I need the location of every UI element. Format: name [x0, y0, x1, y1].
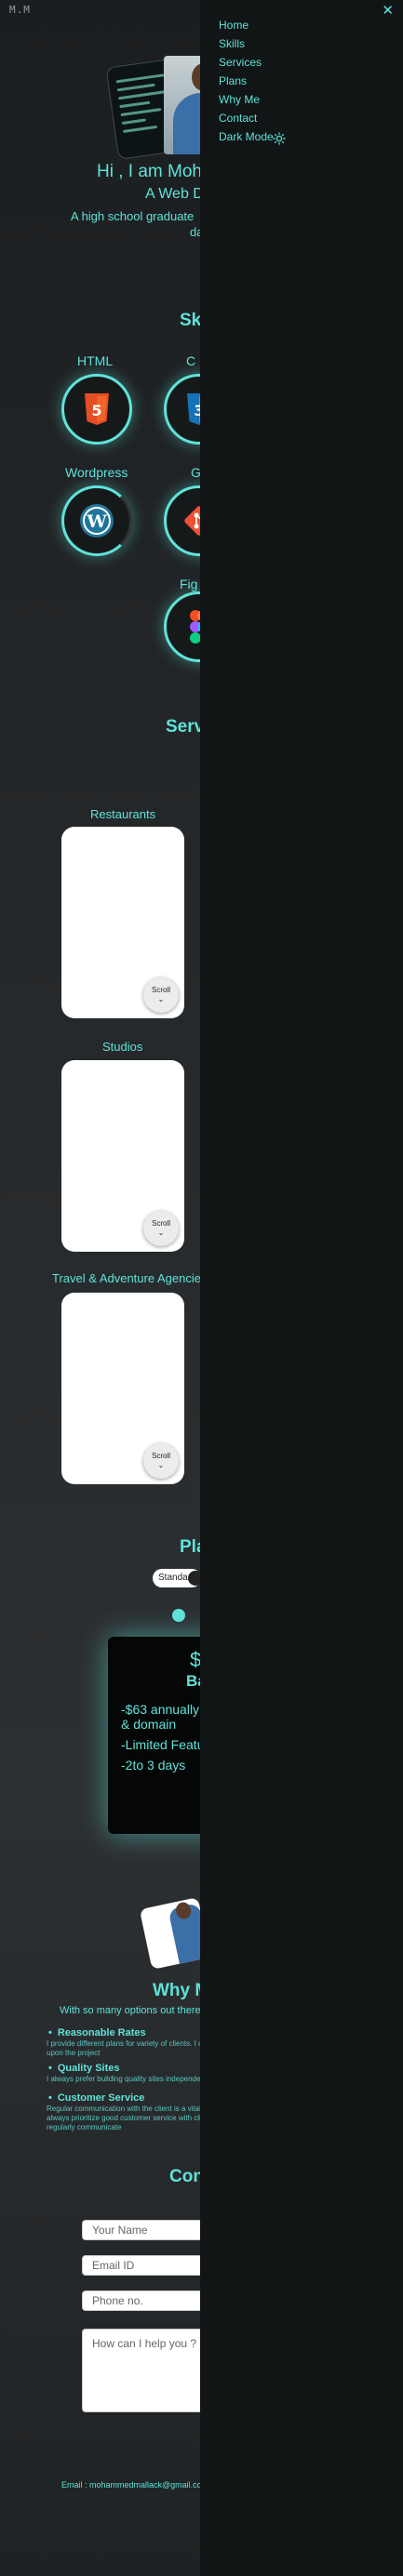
- menu-item-services[interactable]: Services: [219, 56, 262, 69]
- menu-item-dark-mode[interactable]: Dark Mode: [219, 130, 274, 143]
- skill-label-figma: Fig: [180, 577, 198, 591]
- menu-item-why-me[interactable]: Why Me: [219, 93, 260, 106]
- plan-feature: -$63 annually f: [121, 1702, 207, 1717]
- plan-feature: & domain: [121, 1717, 177, 1732]
- name-field[interactable]: [82, 2220, 212, 2240]
- phone-field[interactable]: [82, 2291, 212, 2311]
- why-item-title: Customer Service: [48, 2092, 145, 2104]
- site-logo[interactable]: M.M: [9, 4, 50, 17]
- why-item-title: Reasonable Rates: [48, 2027, 146, 2038]
- scroll-label: Scroll: [151, 1452, 170, 1460]
- why-item-title: Quality Sites: [48, 2063, 120, 2074]
- svg-text:W: W: [86, 511, 107, 532]
- skill-wordpress: W: [61, 485, 132, 556]
- why-me-intro: With so many options out there , w: [60, 2005, 217, 2016]
- email-field[interactable]: [82, 2255, 212, 2276]
- svg-text:5: 5: [91, 402, 101, 419]
- chevron-down-icon: ⌄: [157, 1228, 165, 1237]
- services-title: Serv: [166, 717, 205, 737]
- contact-title: Con: [169, 2167, 204, 2186]
- plan-feature: -Limited Featur: [121, 1737, 209, 1752]
- service-label-restaurants: Restaurants: [90, 807, 156, 821]
- skills-title: Sk: [180, 311, 202, 330]
- service-card-studios[interactable]: Scroll ⌄: [61, 1060, 184, 1252]
- plan-indicator-dot[interactable]: [172, 1609, 185, 1622]
- scroll-button[interactable]: Scroll ⌄: [143, 977, 179, 1013]
- service-label-studios: Studios: [102, 1040, 143, 1054]
- service-card-restaurants[interactable]: Scroll ⌄: [61, 827, 184, 1018]
- scroll-label: Scroll: [151, 1219, 170, 1228]
- sun-icon[interactable]: [273, 132, 286, 145]
- skill-label-wordpress: Wordpress: [65, 465, 128, 480]
- wordpress-icon: W: [80, 504, 114, 538]
- side-menu: ✕ Home Skills Services Plans Why Me Cont…: [200, 0, 403, 2576]
- skill-label-css: C: [186, 353, 196, 368]
- message-field[interactable]: [82, 2329, 212, 2412]
- contact-email[interactable]: Email : mohammedmallack@gmail.com: [61, 2480, 208, 2490]
- scroll-label: Scroll: [151, 986, 170, 994]
- why-item-text: I always prefer building quality sites i…: [47, 2075, 205, 2083]
- menu-item-home[interactable]: Home: [219, 19, 249, 32]
- close-icon[interactable]: ✕: [382, 2, 394, 19]
- scroll-button[interactable]: Scroll ⌄: [143, 1211, 179, 1246]
- menu-item-contact[interactable]: Contact: [219, 112, 257, 125]
- menu-item-plans[interactable]: Plans: [219, 74, 247, 87]
- html5-icon: 5: [85, 393, 109, 425]
- service-label-travel: Travel & Adventure Agencies: [52, 1271, 208, 1285]
- chevron-down-icon: ⌄: [157, 1461, 165, 1469]
- chevron-down-icon: ⌄: [157, 995, 165, 1003]
- skill-html: 5: [61, 374, 132, 445]
- skill-label-html: HTML: [77, 353, 114, 368]
- plan-toggle[interactable]: Standard: [153, 1569, 203, 1587]
- menu-item-skills[interactable]: Skills: [219, 37, 245, 50]
- why-item-text: Regular communication with the client is…: [47, 2105, 201, 2131]
- scroll-button[interactable]: Scroll ⌄: [143, 1443, 179, 1479]
- plan-feature: -2to 3 days: [121, 1758, 186, 1773]
- why-item-text: I provide different plans for variety of…: [47, 2039, 203, 2057]
- service-card-travel[interactable]: Scroll ⌄: [61, 1293, 184, 1484]
